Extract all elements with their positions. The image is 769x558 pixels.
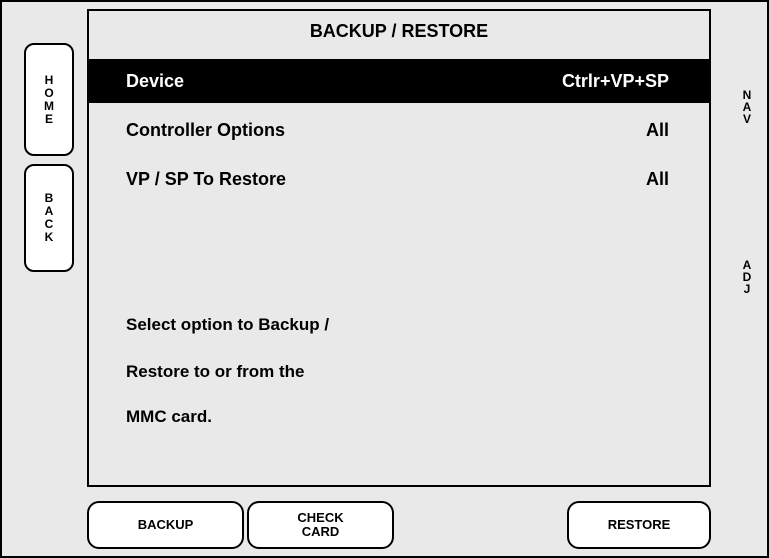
hmi-frame: HOME BACK BACKUP / RESTORE Device Ctrlr+…	[0, 0, 769, 558]
back-button-label: BACK	[44, 191, 54, 244]
row-label: VP / SP To Restore	[126, 169, 287, 189]
row-value: Ctrlr+VP+SP	[561, 71, 669, 91]
row-value: All	[645, 169, 669, 189]
backup-button[interactable]: BACKUP	[87, 501, 244, 549]
row-controller-options[interactable]: Controller Options All	[89, 108, 709, 152]
restore-button[interactable]: RESTORE	[567, 501, 711, 549]
help-text-line: Select option to Backup /	[126, 315, 330, 334]
row-device[interactable]: Device Ctrlr+VP+SP	[89, 59, 709, 103]
main-display: BACKUP / RESTORE Device Ctrlr+VP+SP Cont…	[87, 9, 711, 487]
help-text-line: Restore to or from the	[126, 362, 305, 381]
home-button-label: HOME	[44, 72, 54, 126]
help-text-line: MMC card.	[126, 407, 212, 426]
check-card-button-label: CHECK CARD	[297, 510, 344, 539]
row-vp-sp-restore[interactable]: VP / SP To Restore All	[89, 157, 709, 201]
home-button[interactable]: HOME	[24, 43, 74, 156]
row-label: Device	[126, 71, 185, 91]
nav-label[interactable]: NAV	[740, 89, 754, 125]
restore-button-label: RESTORE	[607, 517, 671, 532]
check-card-button[interactable]: CHECK CARD	[247, 501, 394, 549]
backup-button-label: BACKUP	[137, 517, 194, 532]
row-label: Controller Options	[126, 120, 285, 140]
page-title: BACKUP / RESTORE	[309, 21, 489, 41]
adj-label[interactable]: ADJ	[740, 259, 754, 295]
row-value: All	[645, 120, 669, 140]
back-button[interactable]: BACK	[24, 164, 74, 272]
